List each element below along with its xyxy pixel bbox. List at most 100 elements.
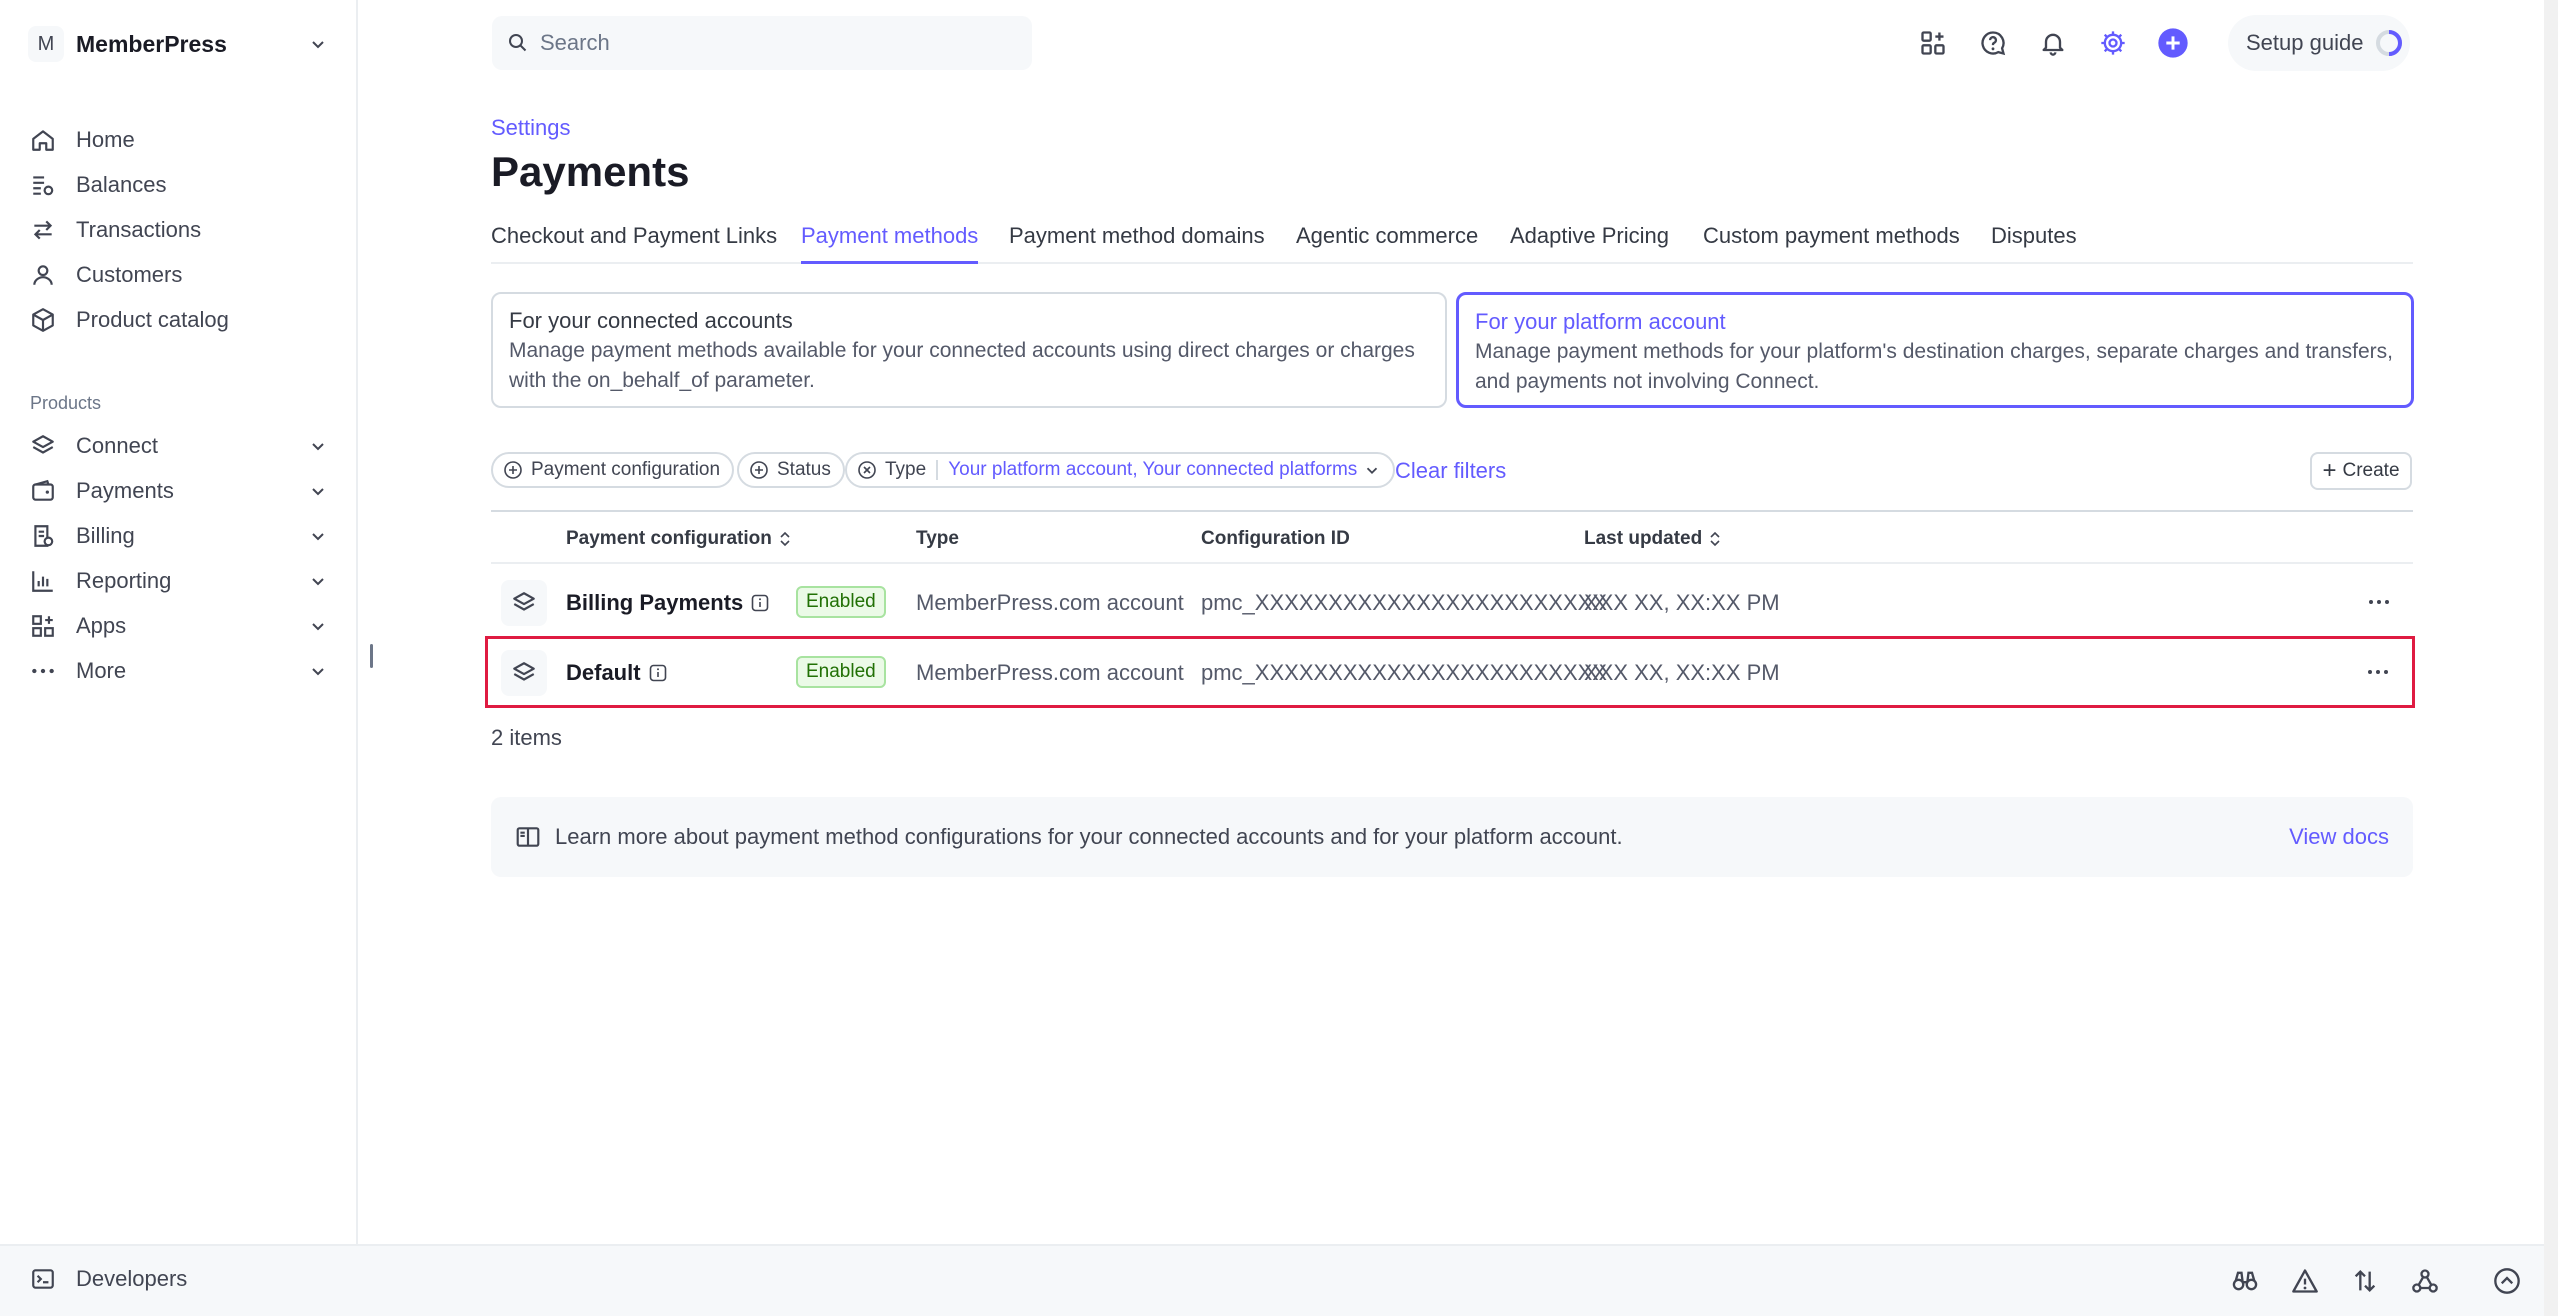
warning-icon[interactable] bbox=[2288, 1264, 2322, 1298]
card-title: For your connected accounts bbox=[509, 308, 793, 333]
table-row[interactable]: Billing Payments Enabled MemberPress.com… bbox=[491, 566, 2413, 638]
tab-disputes[interactable]: Disputes bbox=[1991, 223, 2077, 264]
configuration-id-cell: pmc_XXXXXXXXXXXXXXXXXXXXXXXX bbox=[1201, 590, 1607, 615]
developers-button[interactable]: Developers bbox=[28, 1264, 187, 1294]
card-description: Manage payment methods available for you… bbox=[509, 339, 1415, 392]
row-actions-icon[interactable] bbox=[2361, 584, 2397, 620]
tab-adaptive-pricing[interactable]: Adaptive Pricing bbox=[1510, 223, 1669, 264]
scrollbar[interactable] bbox=[2544, 0, 2558, 1316]
column-header-last-updated[interactable]: Last updated bbox=[1584, 528, 1722, 550]
account-name: MemberPress bbox=[76, 30, 227, 57]
sidebar-item-product-catalog[interactable]: Product catalog bbox=[28, 300, 328, 340]
row-actions-icon[interactable] bbox=[2360, 654, 2396, 690]
sidebar-item-label: More bbox=[76, 658, 127, 683]
book-icon bbox=[516, 827, 540, 847]
tab-agentic-commerce[interactable]: Agentic commerce bbox=[1296, 223, 1478, 264]
tab-checkout-payment-links[interactable]: Checkout and Payment Links bbox=[491, 223, 777, 264]
chevron-down-icon bbox=[1367, 467, 1378, 474]
type-cell: MemberPress.com account bbox=[916, 590, 1184, 615]
product-catalog-icon bbox=[28, 305, 58, 335]
filter-label: Payment configuration bbox=[531, 459, 721, 480]
setup-guide-button[interactable]: Setup guide bbox=[2228, 15, 2410, 71]
chevron-up-circle-icon[interactable] bbox=[2490, 1264, 2524, 1298]
layers-icon bbox=[501, 650, 547, 696]
apps-icon bbox=[28, 611, 58, 641]
platform-account-card[interactable]: For your platform account Manage payment… bbox=[1456, 292, 2414, 408]
view-docs-link[interactable]: View docs bbox=[2289, 824, 2389, 850]
create-button[interactable]: + Create bbox=[2310, 452, 2412, 490]
payment-configuration-filter[interactable]: Payment configuration bbox=[491, 452, 735, 488]
sidebar-item-more[interactable]: More bbox=[28, 651, 328, 691]
chevron-down-icon bbox=[312, 41, 324, 49]
sidebar-item-payments[interactable]: Payments bbox=[28, 471, 328, 511]
top-toolbar bbox=[1916, 26, 2190, 60]
sidebar-item-home[interactable]: Home bbox=[28, 120, 328, 160]
chevron-down-icon bbox=[312, 533, 324, 541]
status-filter[interactable]: Status bbox=[737, 452, 845, 488]
binoculars-icon[interactable] bbox=[2228, 1264, 2262, 1298]
configuration-name-text: Default bbox=[566, 660, 641, 685]
table-header: Payment configuration Type Configuration… bbox=[491, 510, 2413, 564]
sidebar-item-reporting[interactable]: Reporting bbox=[28, 561, 328, 601]
info-icon[interactable] bbox=[751, 594, 769, 612]
sidebar-item-connect[interactable]: Connect bbox=[28, 426, 328, 466]
configuration-name-text: Billing Payments bbox=[566, 590, 744, 615]
configuration-name[interactable]: Default bbox=[566, 660, 667, 686]
customers-icon bbox=[28, 260, 58, 290]
developer-bar: Developers bbox=[0, 1244, 2544, 1316]
last-updated-cell: XXX XX, XX:XX PM bbox=[1584, 590, 1780, 615]
item-count: 2 items bbox=[491, 725, 562, 750]
info-icon[interactable] bbox=[649, 664, 667, 682]
developers-label: Developers bbox=[76, 1266, 188, 1291]
sidebar-item-label: Product catalog bbox=[76, 307, 229, 332]
create-label: Create bbox=[2342, 460, 2400, 481]
add-icon[interactable] bbox=[2156, 26, 2190, 60]
setup-guide-label: Setup guide bbox=[2246, 30, 2364, 55]
help-icon[interactable] bbox=[1976, 26, 2010, 60]
plus-icon: + bbox=[2322, 457, 2337, 484]
billing-icon bbox=[28, 521, 58, 551]
chevron-down-icon bbox=[312, 488, 324, 496]
configuration-name[interactable]: Billing Payments bbox=[566, 590, 769, 616]
sidebar-item-label: Billing bbox=[76, 523, 135, 548]
sidebar-item-customers[interactable]: Customers bbox=[28, 255, 328, 295]
reporting-icon bbox=[28, 566, 58, 596]
configuration-id-cell: pmc_XXXXXXXXXXXXXXXXXXXXXXXX bbox=[1201, 660, 1607, 685]
tab-payment-methods[interactable]: Payment methods bbox=[801, 223, 979, 264]
info-banner: Learn more about payment method configur… bbox=[491, 797, 2413, 877]
type-filter[interactable]: Type Your platform account, Your connect… bbox=[845, 452, 1396, 488]
sidebar-resize-handle[interactable] bbox=[370, 644, 373, 668]
gear-icon[interactable] bbox=[2096, 26, 2130, 60]
apps-grid-icon[interactable] bbox=[1916, 26, 1950, 60]
tab-custom-payment-methods[interactable]: Custom payment methods bbox=[1703, 223, 1960, 264]
products-section-label: Products bbox=[30, 393, 102, 413]
sort-icon bbox=[780, 531, 790, 547]
account-switcher[interactable]: M MemberPress bbox=[28, 26, 328, 62]
payments-icon bbox=[28, 476, 58, 506]
remove-circle-icon[interactable] bbox=[857, 460, 877, 480]
webhooks-icon[interactable] bbox=[2408, 1264, 2442, 1298]
connected-accounts-card[interactable]: For your connected accounts Manage payme… bbox=[491, 292, 1447, 408]
chevron-down-icon bbox=[312, 578, 324, 586]
filter-label: Status bbox=[777, 459, 831, 480]
transactions-icon bbox=[28, 215, 58, 245]
search-bar[interactable] bbox=[492, 16, 1032, 70]
filter-value: Your platform account, Your connected pl… bbox=[948, 459, 1358, 480]
bell-icon[interactable] bbox=[2036, 26, 2070, 60]
table-row[interactable]: Default Enabled MemberPress.com account … bbox=[485, 636, 2415, 708]
chevron-down-icon bbox=[312, 443, 324, 451]
account-avatar: M bbox=[28, 26, 64, 62]
clear-filters-link[interactable]: Clear filters bbox=[1395, 458, 1506, 484]
more-icon bbox=[28, 656, 58, 686]
column-header-payment-configuration[interactable]: Payment configuration bbox=[566, 528, 792, 550]
sort-arrows-icon[interactable] bbox=[2348, 1264, 2382, 1298]
tab-payment-method-domains[interactable]: Payment method domains bbox=[1009, 223, 1265, 264]
sidebar-item-billing[interactable]: Billing bbox=[28, 516, 328, 556]
sidebar-item-transactions[interactable]: Transactions bbox=[28, 210, 328, 250]
sidebar: M MemberPress Home Balances Transactions… bbox=[0, 0, 358, 1244]
search-input[interactable] bbox=[540, 30, 1000, 56]
sort-icon bbox=[1710, 531, 1720, 547]
sidebar-item-apps[interactable]: Apps bbox=[28, 606, 328, 646]
sidebar-item-balances[interactable]: Balances bbox=[28, 165, 328, 205]
breadcrumb[interactable]: Settings bbox=[491, 115, 571, 141]
